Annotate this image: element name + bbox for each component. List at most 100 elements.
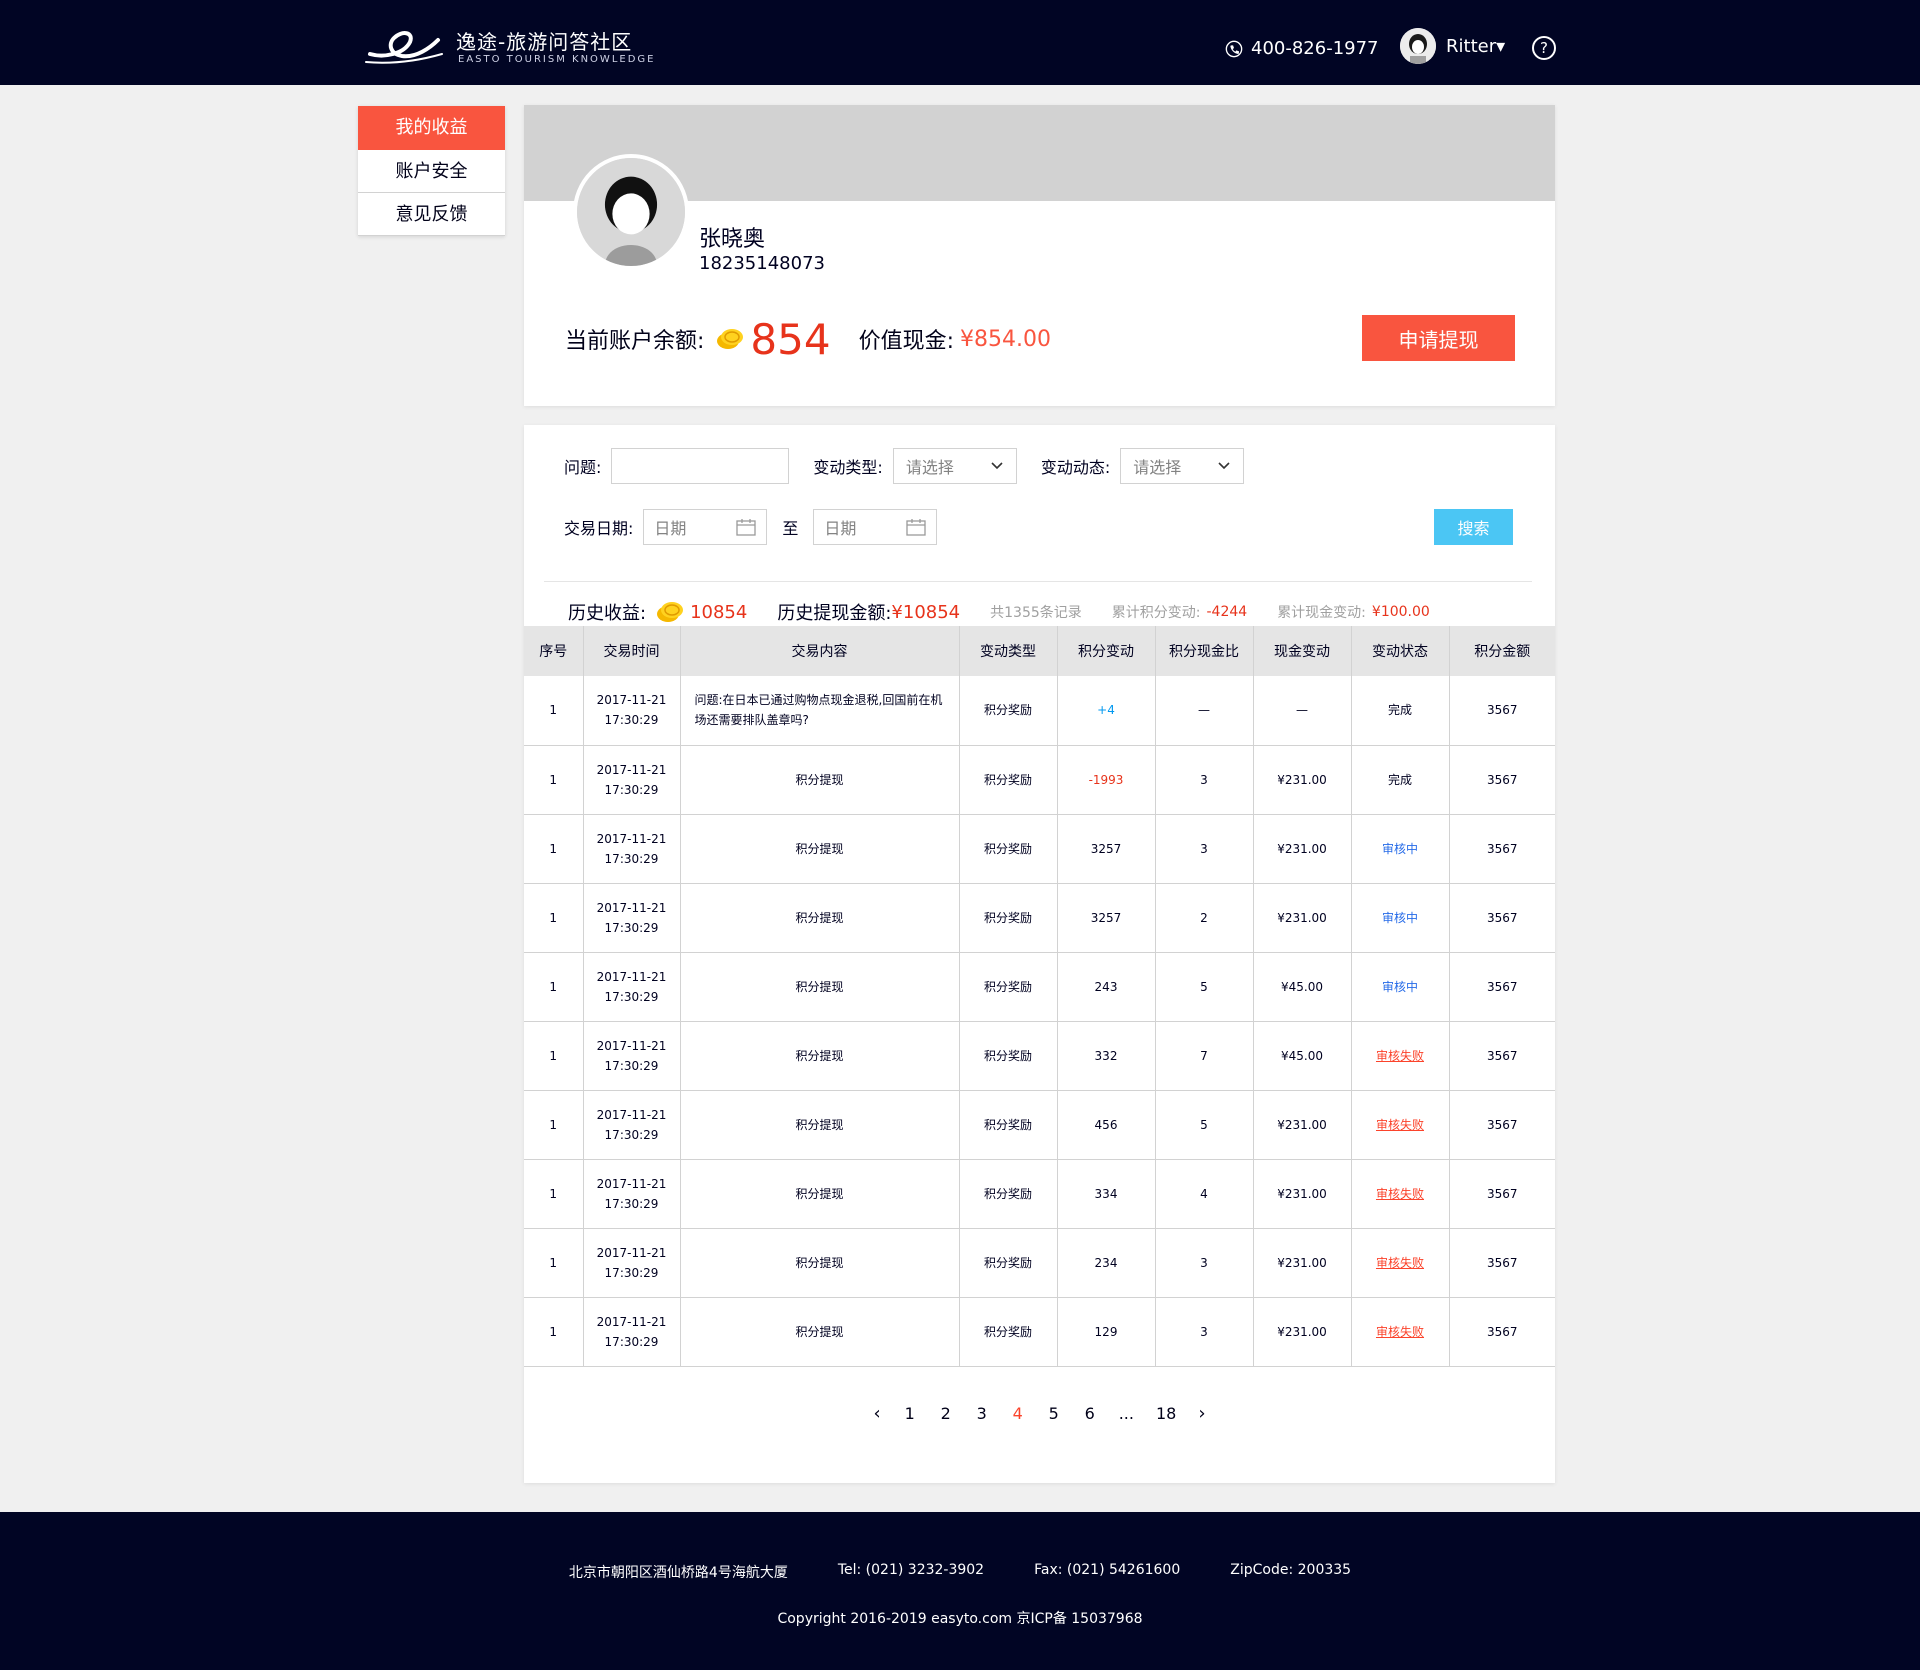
- balance-amount: 854: [750, 314, 831, 364]
- cell-time: 2017-11-21 17:30:29: [583, 1297, 681, 1367]
- cell-amount: 3567: [1449, 1297, 1555, 1367]
- status-text[interactable]: 审核中: [1382, 842, 1418, 856]
- column-header: 积分现金比: [1155, 626, 1254, 676]
- history-income-value: 10854: [690, 601, 748, 623]
- cell-cash: ¥45.00: [1253, 1021, 1352, 1091]
- page-link[interactable]: 18: [1156, 1404, 1176, 1423]
- cash-change-value: ¥100.00: [1371, 604, 1430, 620]
- date-to-picker[interactable]: 日期: [813, 509, 938, 545]
- cash-value-label: 价值现金:: [858, 329, 955, 354]
- page-link[interactable]: 2: [939, 1404, 953, 1423]
- cell-cash: ¥231.00: [1253, 745, 1352, 815]
- user-menu[interactable]: Ritter▾: [1400, 28, 1505, 64]
- next-page-button[interactable]: ›: [1198, 1403, 1205, 1424]
- status-text[interactable]: 审核中: [1382, 911, 1418, 925]
- page-link[interactable]: 6: [1083, 1404, 1097, 1423]
- cell-status[interactable]: 审核中: [1351, 952, 1450, 1022]
- help-icon[interactable]: ?: [1532, 36, 1556, 60]
- cell-no: 1: [524, 1090, 584, 1160]
- status-text[interactable]: 审核失败: [1376, 1187, 1424, 1201]
- cell-type: 积分奖励: [959, 1297, 1058, 1367]
- table-row: 1 2017-11-21 17:30:29 积分提现 积分奖励 334 4 ¥231.00 审核…: [524, 1159, 1555, 1229]
- cell-status: 完成: [1351, 745, 1450, 815]
- sidebar: 我的收益 账户安全 意见反馈: [358, 106, 505, 236]
- cell-ratio: 5: [1155, 1090, 1254, 1160]
- table-header-row: 序号 交易时间 交易内容 变动类型 积分变动 积分现金比 现金变动 变动状态 积…: [524, 626, 1555, 676]
- cell-status[interactable]: 审核中: [1351, 883, 1450, 953]
- cell-ratio: 3: [1155, 745, 1254, 815]
- cell-no: 1: [524, 745, 584, 815]
- page-link[interactable]: 5: [1047, 1404, 1061, 1423]
- search-button[interactable]: 搜索: [1434, 509, 1513, 545]
- sidebar-item-my-earnings[interactable]: 我的收益: [358, 106, 505, 150]
- cell-cash: ¥231.00: [1253, 814, 1352, 884]
- status-text[interactable]: 审核失败: [1376, 1325, 1424, 1339]
- change-status-select[interactable]: 请选择: [1120, 448, 1245, 484]
- username[interactable]: Ritter▾: [1446, 36, 1505, 57]
- cell-time: 2017-11-21 17:30:29: [583, 1159, 681, 1229]
- cell-status[interactable]: 审核失败: [1351, 1228, 1450, 1298]
- cell-date: 2017-11-21: [596, 1245, 667, 1260]
- page-link[interactable]: 1: [903, 1404, 917, 1423]
- cell-clock: 17:30:29: [604, 1127, 659, 1142]
- change-type-placeholder: 请选择: [905, 458, 954, 477]
- cell-points: 334: [1057, 1159, 1156, 1229]
- status-text[interactable]: 审核中: [1382, 980, 1418, 994]
- page-link-current[interactable]: 4: [1011, 1404, 1025, 1423]
- cell-cash: —: [1253, 676, 1352, 746]
- profile-name: 张晓奥: [699, 227, 766, 252]
- sidebar-item-feedback[interactable]: 意见反馈: [358, 193, 505, 236]
- change-status-placeholder: 请选择: [1133, 458, 1182, 477]
- footer-address: 北京市朝阳区酒仙桥路4号海航大厦: [568, 1565, 788, 1581]
- cell-clock: 17:30:29: [604, 1334, 659, 1349]
- cell-type: 积分奖励: [959, 676, 1058, 746]
- cell-points: 243: [1057, 952, 1156, 1022]
- prev-page-button[interactable]: ‹: [873, 1403, 880, 1424]
- status-text[interactable]: 审核失败: [1376, 1256, 1424, 1270]
- cell-status[interactable]: 审核失败: [1351, 1090, 1450, 1160]
- cell-status[interactable]: 审核失败: [1351, 1159, 1450, 1229]
- cell-type: 积分奖励: [959, 1021, 1058, 1091]
- cell-amount: 3567: [1449, 883, 1555, 953]
- page-link[interactable]: 3: [975, 1404, 989, 1423]
- avatar[interactable]: [1400, 28, 1436, 64]
- hotline: 400-826-1977: [1225, 38, 1379, 59]
- page-ellipsis: ...: [1118, 1404, 1134, 1423]
- cell-amount: 3567: [1449, 1021, 1555, 1091]
- sidebar-item-account-security[interactable]: 账户安全: [358, 150, 505, 193]
- table-row: 1 2017-11-21 17:30:29 积分提现 积分奖励 129 3 ¥231.00 审核…: [524, 1297, 1555, 1367]
- cell-content: 积分提现: [680, 883, 960, 953]
- cell-status[interactable]: 审核失败: [1351, 1297, 1450, 1367]
- footer-zip: ZipCode: 200335: [1230, 1562, 1352, 1578]
- cell-status[interactable]: 审核失败: [1351, 1021, 1450, 1091]
- balance-row: 当前账户余额: 854 价值现金: ¥854.00: [565, 311, 1051, 367]
- cell-status[interactable]: 审核中: [1351, 814, 1450, 884]
- cell-points: +4: [1057, 676, 1156, 746]
- cell-date: 2017-11-21: [596, 1107, 667, 1122]
- cell-cash: ¥231.00: [1253, 1159, 1352, 1229]
- table-row: 1 2017-11-21 17:30:29 积分提现 积分奖励 3257 3 ¥231.00 审…: [524, 814, 1555, 884]
- date-to-label: 至: [782, 519, 799, 538]
- table-row: 1 2017-11-21 17:30:29 积分提现 积分奖励 332 7 ¥45.00 审核失…: [524, 1021, 1555, 1091]
- change-type-select[interactable]: 请选择: [892, 448, 1017, 484]
- cell-content: 积分提现: [680, 1159, 960, 1229]
- column-header: 变动类型: [959, 626, 1058, 676]
- cell-content: 积分提现: [680, 1228, 960, 1298]
- cell-ratio: 5: [1155, 952, 1254, 1022]
- cell-time: 2017-11-21 17:30:29: [583, 1090, 681, 1160]
- cell-amount: 3567: [1449, 1090, 1555, 1160]
- question-input[interactable]: [611, 448, 790, 484]
- withdraw-button[interactable]: 申请提现: [1362, 315, 1515, 361]
- change-status-label: 变动动态:: [1040, 458, 1111, 477]
- status-text[interactable]: 审核失败: [1376, 1049, 1424, 1063]
- date-from-picker[interactable]: 日期: [643, 509, 768, 545]
- cell-ratio: 7: [1155, 1021, 1254, 1091]
- table-row: 1 2017-11-21 17:30:29 问题:在日本已通过购物点现金退税,回国前在…: [524, 676, 1555, 746]
- cell-cash: ¥45.00: [1253, 952, 1352, 1022]
- column-header: 积分变动: [1057, 626, 1156, 676]
- logo-icon[interactable]: [364, 24, 444, 66]
- cell-points: 129: [1057, 1297, 1156, 1367]
- cell-content: 积分提现: [680, 1297, 960, 1367]
- status-text[interactable]: 审核失败: [1376, 1118, 1424, 1132]
- cell-points: 3257: [1057, 883, 1156, 953]
